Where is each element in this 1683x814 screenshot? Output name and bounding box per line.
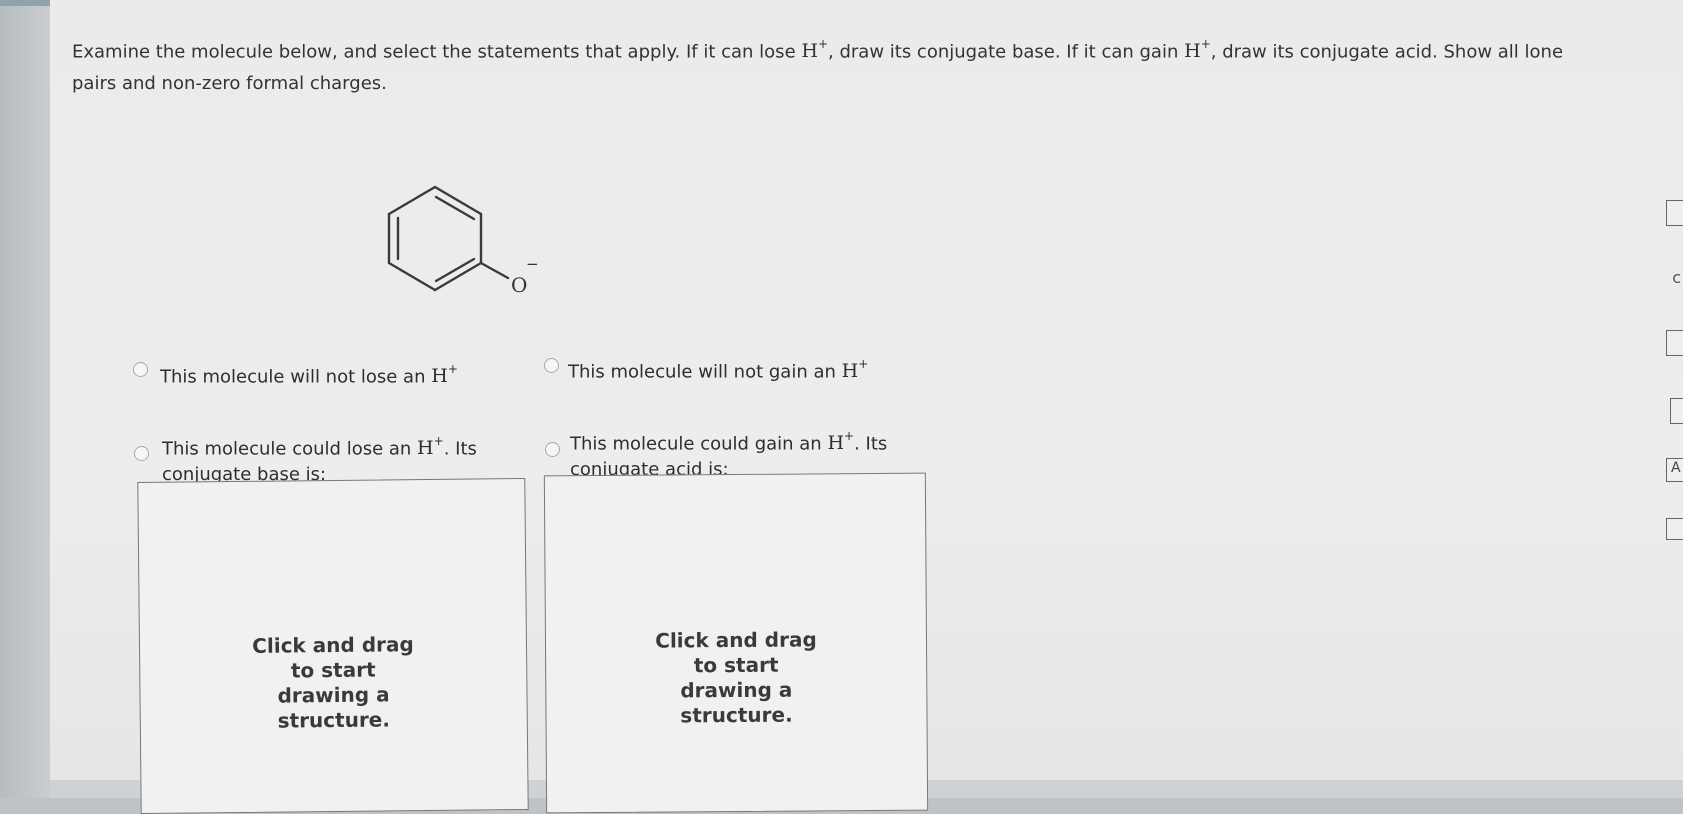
negative-charge: − bbox=[526, 255, 539, 273]
h-plus: H+ bbox=[417, 434, 444, 460]
h-plus: H+ bbox=[1184, 37, 1211, 63]
radio-not-lose[interactable] bbox=[133, 362, 148, 377]
h-plus: H+ bbox=[841, 357, 869, 383]
question-prompt: Examine the molecule below, and select t… bbox=[72, 30, 1612, 100]
radio-not-gain[interactable] bbox=[544, 358, 559, 373]
drawing-hint: Click and drag to start drawing a struct… bbox=[655, 627, 817, 728]
h-plus: H+ bbox=[431, 362, 458, 388]
phenoxide-structure: O − bbox=[387, 185, 539, 297]
prompt-text-2: , draw its conjugate base. If it can gai… bbox=[828, 41, 1185, 63]
prompt-text-1: Examine the molecule below, and select t… bbox=[72, 41, 802, 63]
radio-could-gain[interactable] bbox=[545, 442, 560, 457]
toolbar-icon[interactable] bbox=[1666, 200, 1683, 226]
option-not-lose[interactable]: This molecule will not lose an H+ bbox=[160, 358, 458, 390]
toolbar-icon[interactable] bbox=[1670, 398, 1683, 424]
h-plus: H+ bbox=[801, 37, 829, 63]
left-rail bbox=[0, 0, 50, 798]
toolbar-c-icon[interactable]: c bbox=[1672, 268, 1681, 287]
toolbar-icon[interactable] bbox=[1666, 518, 1683, 540]
toolbar-icon[interactable] bbox=[1666, 330, 1683, 356]
h-plus: H+ bbox=[827, 429, 855, 455]
drawing-hint: Click and drag to start drawing a struct… bbox=[252, 632, 414, 733]
conjugate-acid-drawing-area[interactable]: Click and drag to start drawing a struct… bbox=[543, 472, 929, 814]
option-not-gain[interactable]: This molecule will not gain an H+ bbox=[568, 353, 868, 385]
radio-could-lose[interactable] bbox=[134, 446, 149, 461]
toolbar-a-icon[interactable]: A bbox=[1666, 458, 1683, 482]
oxygen-atom: O bbox=[511, 273, 527, 297]
conjugate-base-drawing-area[interactable]: Click and drag to start drawing a struct… bbox=[137, 477, 529, 814]
